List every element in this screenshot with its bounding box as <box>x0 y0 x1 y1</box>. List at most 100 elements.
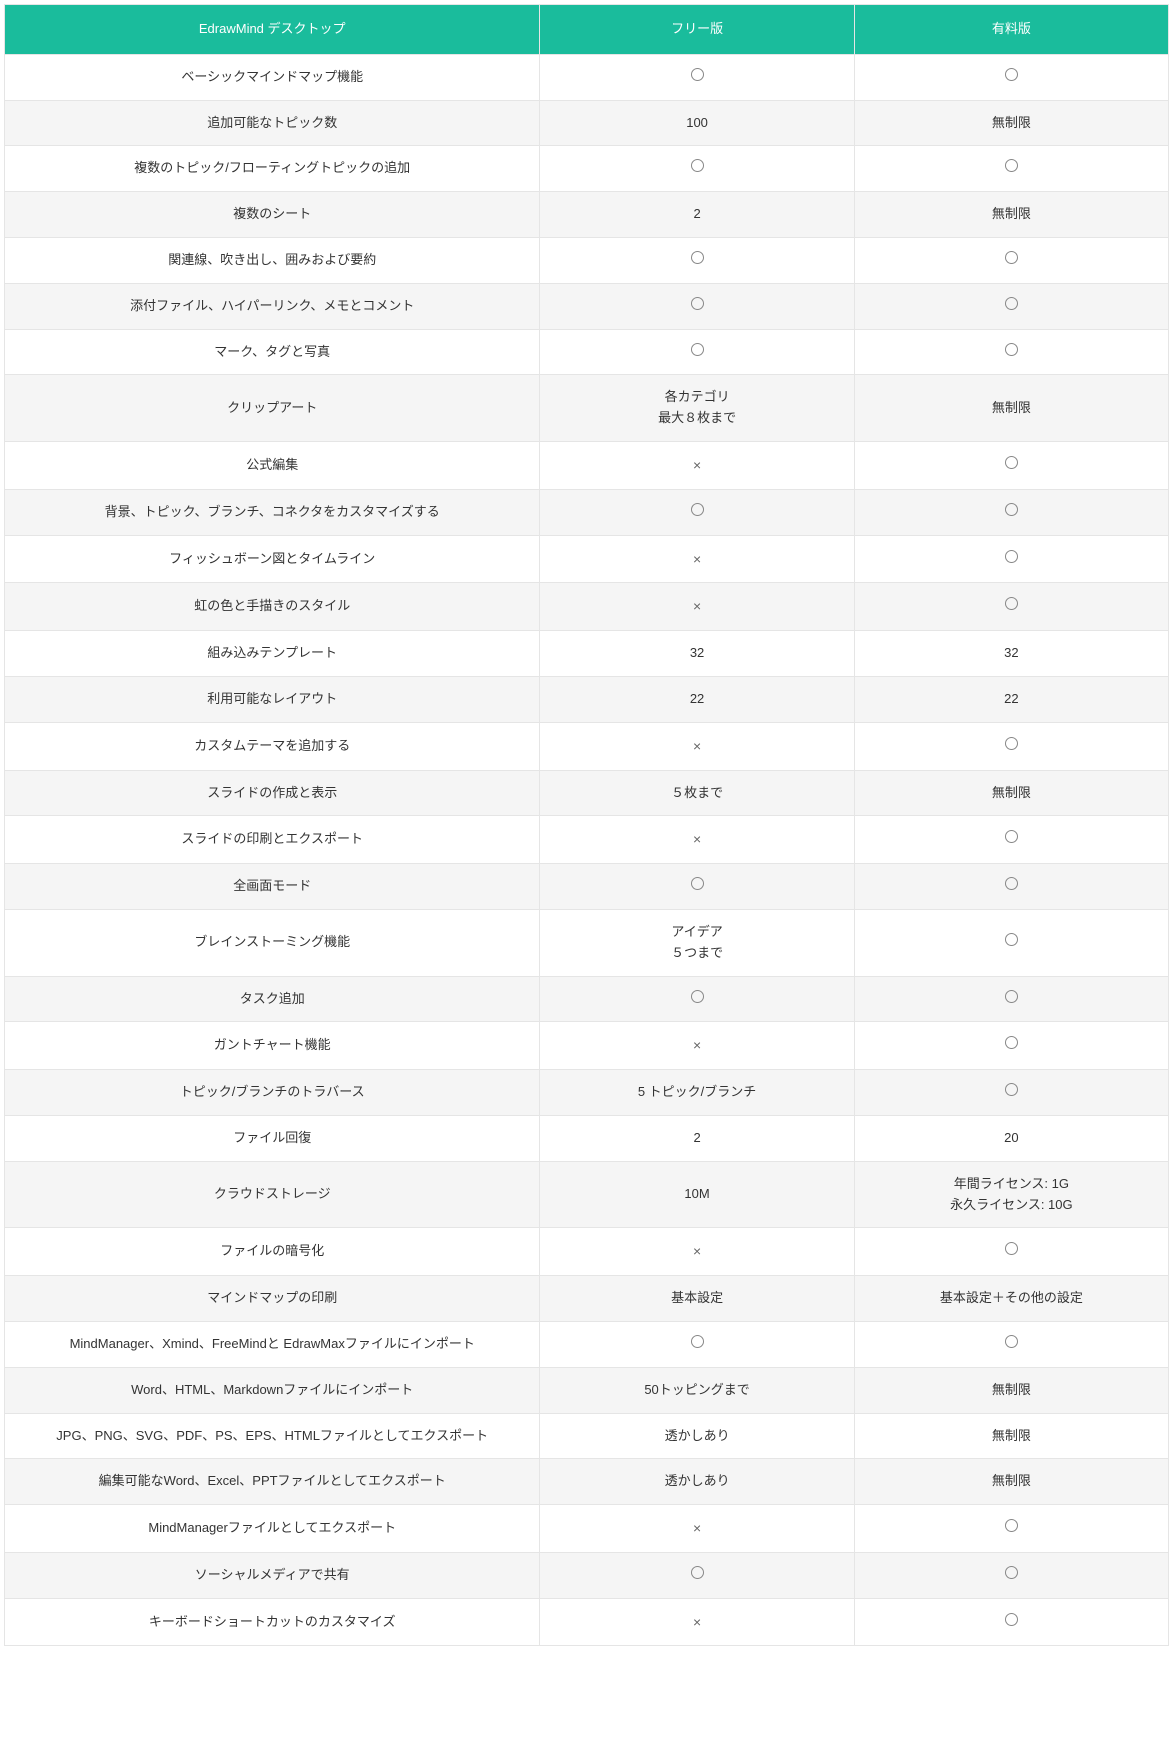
paid-cell <box>854 583 1168 631</box>
circle-icon <box>691 297 704 310</box>
free-cell <box>540 54 854 100</box>
table-row: 複数のトピック/フローティングトピックの追加 <box>5 146 1169 192</box>
circle-icon <box>1005 68 1018 81</box>
free-cell: × <box>540 583 854 631</box>
cross-icon: × <box>693 831 701 847</box>
circle-icon <box>691 990 704 1003</box>
feature-cell: 組み込みテンプレート <box>5 631 540 677</box>
circle-icon <box>1005 1519 1018 1532</box>
cross-icon: × <box>693 1243 701 1259</box>
paid-cell <box>854 237 1168 283</box>
paid-cell <box>854 864 1168 910</box>
feature-cell: ソーシャルメディアで共有 <box>5 1552 540 1598</box>
circle-icon <box>691 251 704 264</box>
free-cell: 2 <box>540 1115 854 1161</box>
paid-cell <box>854 489 1168 535</box>
table-row: マインドマップの印刷基本設定基本設定＋その他の設定 <box>5 1276 1169 1322</box>
circle-icon <box>1005 343 1018 356</box>
free-cell <box>540 283 854 329</box>
paid-cell: 無制限 <box>854 1459 1168 1505</box>
feature-cell: 公式編集 <box>5 441 540 489</box>
feature-cell: 追加可能なトピック数 <box>5 100 540 146</box>
paid-cell <box>854 535 1168 583</box>
paid-cell <box>854 722 1168 770</box>
paid-cell <box>854 441 1168 489</box>
circle-icon <box>1005 1083 1018 1096</box>
free-cell: × <box>540 1228 854 1276</box>
header-feature: EdrawMind デスクトップ <box>5 5 540 55</box>
feature-cell: ブレインストーミング機能 <box>5 909 540 976</box>
free-cell: × <box>540 441 854 489</box>
feature-cell: JPG、PNG、SVG、PDF、PS、EPS、HTMLファイルとしてエクスポート <box>5 1413 540 1459</box>
table-row: Word、HTML、Markdownファイルにインポート50トッピングまで無制限 <box>5 1367 1169 1413</box>
free-cell: × <box>540 1505 854 1553</box>
free-cell: × <box>540 535 854 583</box>
circle-icon <box>1005 456 1018 469</box>
circle-icon <box>1005 1242 1018 1255</box>
table-row: ブレインストーミング機能アイデア５つまで <box>5 909 1169 976</box>
table-row: ガントチャート機能× <box>5 1022 1169 1070</box>
feature-cell: マーク、タグと写真 <box>5 329 540 375</box>
feature-cell: ファイル回復 <box>5 1115 540 1161</box>
table-row: スライドの印刷とエクスポート × <box>5 816 1169 864</box>
feature-cell: スライドの作成と表示 <box>5 770 540 816</box>
paid-cell <box>854 1321 1168 1367</box>
paid-cell: 無制限 <box>854 192 1168 238</box>
paid-cell <box>854 976 1168 1022</box>
circle-icon <box>1005 251 1018 264</box>
feature-cell: カスタムテーマを追加する <box>5 722 540 770</box>
feature-cell: スライドの印刷とエクスポート <box>5 816 540 864</box>
cross-icon: × <box>693 598 701 614</box>
paid-cell: 基本設定＋その他の設定 <box>854 1276 1168 1322</box>
free-cell: × <box>540 1022 854 1070</box>
table-row: MindManager、Xmind、FreeMindと EdrawMaxファイル… <box>5 1321 1169 1367</box>
circle-icon <box>691 343 704 356</box>
table-row: キーボードショートカットのカスタマイズ× <box>5 1598 1169 1646</box>
feature-cell: 関連線、吹き出し、囲みおよび要約 <box>5 237 540 283</box>
feature-cell: フィッシュボーン図とタイムライン <box>5 535 540 583</box>
feature-cell: 編集可能なWord、Excel、PPTファイルとしてエクスポート <box>5 1459 540 1505</box>
circle-icon <box>1005 297 1018 310</box>
feature-cell: タスク追加 <box>5 976 540 1022</box>
paid-cell <box>854 1228 1168 1276</box>
table-row: ファイルの暗号化× <box>5 1228 1169 1276</box>
table-row: 虹の色と手描きのスタイル× <box>5 583 1169 631</box>
table-row: 全画面モード <box>5 864 1169 910</box>
circle-icon <box>1005 503 1018 516</box>
circle-icon <box>1005 1566 1018 1579</box>
table-row: 編集可能なWord、Excel、PPTファイルとしてエクスポート透かしあり無制限 <box>5 1459 1169 1505</box>
cross-icon: × <box>693 1037 701 1053</box>
free-cell <box>540 146 854 192</box>
free-cell: 基本設定 <box>540 1276 854 1322</box>
circle-icon <box>691 159 704 172</box>
free-cell: × <box>540 722 854 770</box>
table-row: マーク、タグと写真 <box>5 329 1169 375</box>
free-cell: 50トッピングまで <box>540 1367 854 1413</box>
free-cell: 100 <box>540 100 854 146</box>
cross-icon: × <box>693 551 701 567</box>
table-row: 公式編集× <box>5 441 1169 489</box>
feature-cell: ベーシックマインドマップ機能 <box>5 54 540 100</box>
table-row: ファイル回復220 <box>5 1115 1169 1161</box>
table-row: クラウドストレージ10M年間ライセンス: 1G永久ライセンス: 10G <box>5 1161 1169 1228</box>
paid-cell <box>854 329 1168 375</box>
paid-cell: 年間ライセンス: 1G永久ライセンス: 10G <box>854 1161 1168 1228</box>
circle-icon <box>1005 990 1018 1003</box>
table-row: 関連線、吹き出し、囲みおよび要約 <box>5 237 1169 283</box>
paid-cell: 22 <box>854 676 1168 722</box>
circle-icon <box>691 68 704 81</box>
paid-cell <box>854 1598 1168 1646</box>
free-cell <box>540 329 854 375</box>
table-row: トピック/ブランチのトラバース5 トピック/ブランチ <box>5 1070 1169 1116</box>
paid-cell: 無制限 <box>854 100 1168 146</box>
circle-icon <box>1005 159 1018 172</box>
free-cell <box>540 237 854 283</box>
paid-cell: 無制限 <box>854 1367 1168 1413</box>
table-row: タスク追加 <box>5 976 1169 1022</box>
paid-cell: 無制限 <box>854 770 1168 816</box>
paid-cell <box>854 54 1168 100</box>
circle-icon <box>1005 1335 1018 1348</box>
comparison-table: EdrawMind デスクトップ フリー版 有料版 ベーシックマインドマップ機能… <box>4 4 1169 1646</box>
free-cell: 22 <box>540 676 854 722</box>
feature-cell: 利用可能なレイアウト <box>5 676 540 722</box>
